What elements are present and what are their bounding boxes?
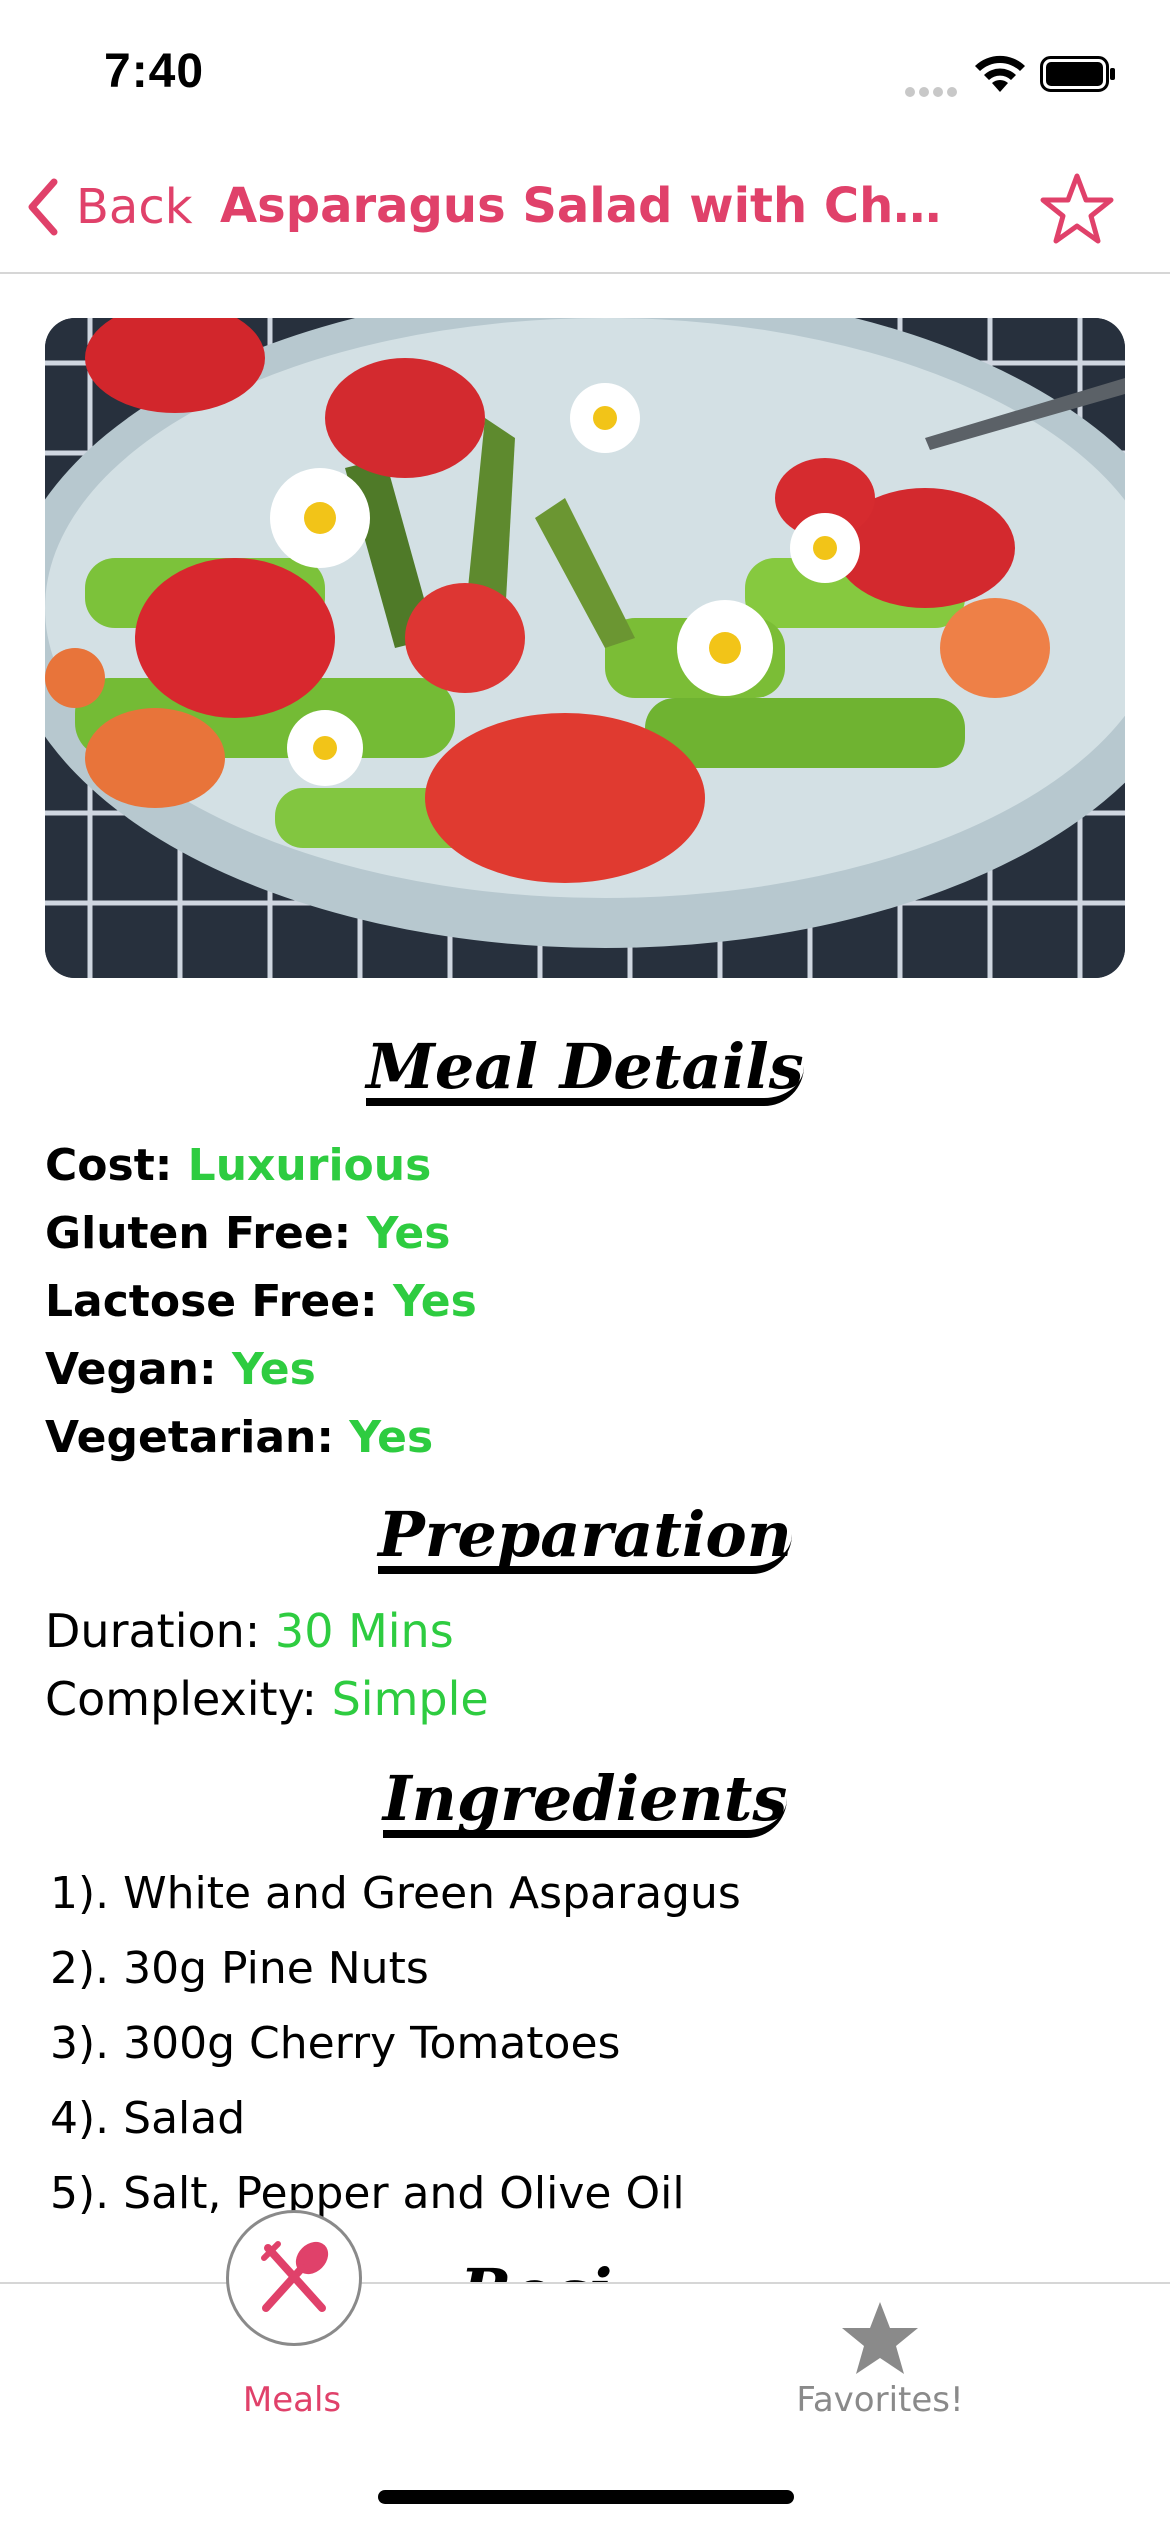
back-label: Back (76, 179, 193, 235)
lactose-free-label: Lactose Free: (45, 1276, 378, 1327)
cost-row: Cost: Luxurious (45, 1140, 431, 1191)
lactose-free-row: Lactose Free: Yes (45, 1276, 477, 1327)
wifi-icon (975, 55, 1025, 92)
chevron-left-icon (28, 178, 58, 236)
complexity-label: Complexity: (45, 1672, 317, 1726)
vegan-row: Vegan: Yes (45, 1344, 316, 1395)
ingredient-item: 3). 300g Cherry Tomatoes (50, 2018, 621, 2069)
duration-label: Duration: (45, 1604, 261, 1658)
duration-value: 30 Mins (274, 1604, 454, 1658)
ingredients-heading: Ingredients (0, 1762, 1170, 1838)
lactose-free-value: Yes (392, 1276, 477, 1327)
home-indicator[interactable] (378, 2490, 794, 2504)
tab-favorites-label: Favorites! (796, 2380, 964, 2420)
salad-illustration (45, 318, 1125, 978)
vegan-value: Yes (231, 1344, 316, 1395)
complexity-row: Complexity: Simple (45, 1672, 489, 1726)
vegetarian-label: Vegetarian: (45, 1412, 334, 1463)
vegetarian-row: Vegetarian: Yes (45, 1412, 433, 1463)
ingredient-item: 4). Salad (50, 2093, 246, 2144)
cost-value: Luxurious (187, 1140, 432, 1191)
cellular-signal-icon (905, 82, 961, 97)
favorite-star-button[interactable] (1040, 172, 1114, 246)
preparation-heading: Preparation (0, 1498, 1170, 1574)
navigation-bar: Back Asparagus Salad with Cherry Tomatoe… (0, 150, 1170, 274)
battery-icon (1040, 56, 1115, 92)
duration-row: Duration: 30 Mins (45, 1604, 454, 1658)
tab-meals-button[interactable] (226, 2210, 362, 2346)
tab-meals-label[interactable]: Meals (192, 2380, 392, 2420)
tab-favorites[interactable]: Favorites! (770, 2300, 990, 2430)
ingredient-item: 1). White and Green Asparagus (50, 1868, 741, 1919)
status-bar: 7:40 (0, 0, 1170, 150)
gluten-free-label: Gluten Free: (45, 1208, 352, 1259)
gluten-free-value: Yes (366, 1208, 451, 1259)
status-time: 7:40 (104, 45, 205, 98)
gluten-free-row: Gluten Free: Yes (45, 1208, 450, 1259)
ingredient-item: 5). Salt, Pepper and Olive Oil (50, 2168, 685, 2219)
fork-spoon-icon (261, 2241, 329, 2312)
page-title: Asparagus Salad with Cherry Tomatoes (220, 178, 960, 234)
star-icon (842, 2302, 918, 2374)
meal-details-heading: Meal Details (0, 1030, 1170, 1106)
cost-label: Cost: (45, 1140, 173, 1191)
vegan-label: Vegan: (45, 1344, 217, 1395)
vegetarian-value: Yes (349, 1412, 434, 1463)
ingredient-item: 2). 30g Pine Nuts (50, 1943, 429, 1994)
back-button[interactable]: Back (22, 174, 193, 240)
meal-image (45, 318, 1125, 978)
complexity-value: Simple (331, 1672, 489, 1726)
